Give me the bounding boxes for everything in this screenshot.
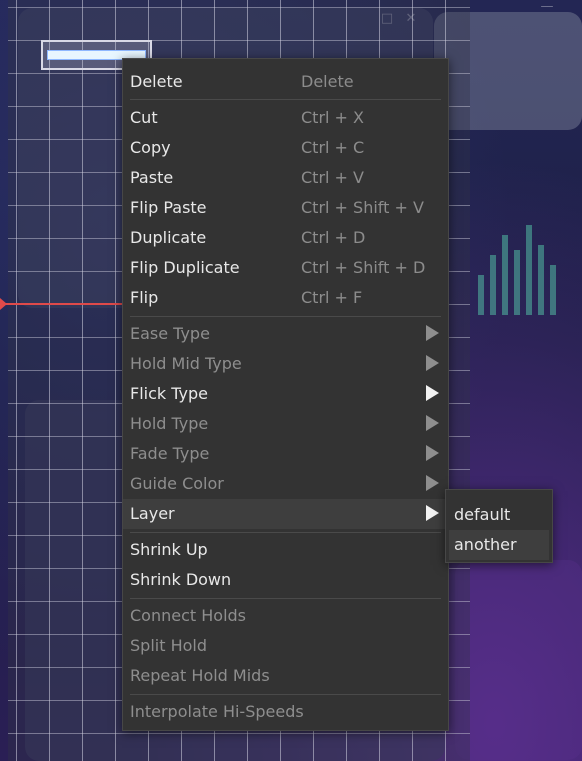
submenu-arrow-icon <box>426 505 439 521</box>
menu-item-cut[interactable]: Cut Ctrl + X <box>123 103 448 133</box>
menu-item-duplicate[interactable]: Duplicate Ctrl + D <box>123 223 448 253</box>
menu-item-fade-type[interactable]: Fade Type <box>123 439 448 469</box>
menu-item-label: Guide Color <box>130 474 224 493</box>
menu-item-delete[interactable]: Delete Delete <box>123 67 448 97</box>
menu-separator <box>130 316 441 317</box>
menu-item-shortcut: Ctrl + D <box>301 228 366 247</box>
background-decoration <box>538 245 544 315</box>
menu-item-label: Fade Type <box>130 444 210 463</box>
menu-separator <box>130 598 441 599</box>
submenu-arrow-icon <box>426 355 439 371</box>
menu-item-label: Flip Paste <box>130 198 207 217</box>
menu-item-label: Paste <box>130 168 174 187</box>
menu-item-label: Interpolate Hi-Speeds <box>130 702 304 721</box>
menu-item-shortcut: Ctrl + Shift + V <box>301 198 424 217</box>
menu-item-shortcut: Ctrl + V <box>301 168 364 187</box>
menu-item-label: Flip <box>130 288 159 307</box>
menu-item-label: Flip Duplicate <box>130 258 240 277</box>
menu-item-shortcut: Ctrl + C <box>301 138 365 157</box>
menu-item-label: Connect Holds <box>130 606 246 625</box>
menu-separator <box>130 99 441 100</box>
menu-item-paste[interactable]: Paste Ctrl + V <box>123 163 448 193</box>
menu-item-ease-type[interactable]: Ease Type <box>123 319 448 349</box>
menu-item-label: Flick Type <box>130 384 208 403</box>
submenu-arrow-icon <box>426 445 439 461</box>
menu-item-label: Hold Type <box>130 414 209 433</box>
background-decoration <box>526 225 532 315</box>
menu-item-hold-mid-type[interactable]: Hold Mid Type <box>123 349 448 379</box>
menu-item-label: Ease Type <box>130 324 210 343</box>
submenu-item-default[interactable]: default <box>449 500 549 530</box>
context-menu: Delete Delete Cut Ctrl + X Copy Ctrl + C… <box>122 58 449 731</box>
menu-item-connect-holds[interactable]: Connect Holds <box>123 601 448 631</box>
background-panel <box>455 560 582 760</box>
submenu-item-label: default <box>454 505 511 524</box>
menu-item-label: Hold Mid Type <box>130 354 242 373</box>
background-decoration <box>478 275 484 315</box>
background-decoration <box>514 250 520 315</box>
menu-item-label: Cut <box>130 108 158 127</box>
menu-item-label: Duplicate <box>130 228 207 247</box>
menu-item-flick-type[interactable]: Flick Type <box>123 379 448 409</box>
background-decoration <box>502 235 508 315</box>
menu-item-hold-type[interactable]: Hold Type <box>123 409 448 439</box>
menu-item-layer[interactable]: Layer <box>123 499 448 529</box>
submenu-arrow-icon <box>426 415 439 431</box>
menu-item-shortcut: Ctrl + Shift + D <box>301 258 426 277</box>
menu-item-shrink-down[interactable]: Shrink Down <box>123 565 448 595</box>
menu-item-interpolate-hi-speeds[interactable]: Interpolate Hi-Speeds <box>123 697 448 727</box>
menu-item-shrink-up[interactable]: Shrink Up <box>123 535 448 565</box>
menu-item-repeat-hold-mids[interactable]: Repeat Hold Mids <box>123 661 448 691</box>
menu-item-guide-color[interactable]: Guide Color <box>123 469 448 499</box>
submenu-arrow-icon <box>426 385 439 401</box>
submenu-item-label: another <box>454 535 517 554</box>
menu-separator <box>130 694 441 695</box>
menu-item-shortcut: Ctrl + F <box>301 288 363 307</box>
submenu-item-another[interactable]: another <box>449 530 549 560</box>
menu-item-shortcut: Delete <box>301 72 354 91</box>
playhead-marker[interactable] <box>0 298 7 310</box>
menu-item-label: Copy <box>130 138 171 157</box>
menu-item-label: Shrink Up <box>130 540 208 559</box>
menu-item-copy[interactable]: Copy Ctrl + C <box>123 133 448 163</box>
playhead-line[interactable] <box>0 303 125 305</box>
submenu-arrow-icon <box>426 325 439 341</box>
menu-item-label: Delete <box>130 72 183 91</box>
menu-separator <box>130 532 441 533</box>
menu-item-label: Layer <box>130 504 175 523</box>
menu-item-label: Repeat Hold Mids <box>130 666 270 685</box>
layer-submenu: default another <box>445 489 553 563</box>
menu-item-flip-paste[interactable]: Flip Paste Ctrl + Shift + V <box>123 193 448 223</box>
menu-item-flip[interactable]: Flip Ctrl + F <box>123 283 448 313</box>
menu-item-split-hold[interactable]: Split Hold <box>123 631 448 661</box>
background-decoration <box>490 255 496 315</box>
menu-item-label: Split Hold <box>130 636 207 655</box>
menu-item-flip-duplicate[interactable]: Flip Duplicate Ctrl + Shift + D <box>123 253 448 283</box>
minimize-icon: — <box>540 0 554 14</box>
submenu-arrow-icon <box>426 475 439 491</box>
menu-item-shortcut: Ctrl + X <box>301 108 365 127</box>
menu-item-label: Shrink Down <box>130 570 232 589</box>
background-decoration <box>550 265 556 315</box>
